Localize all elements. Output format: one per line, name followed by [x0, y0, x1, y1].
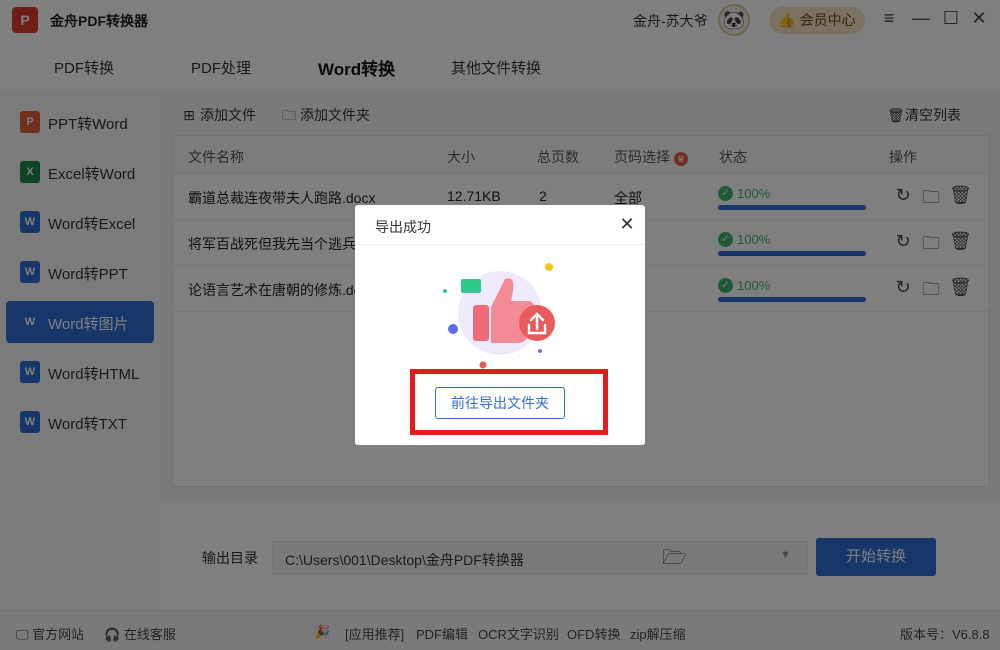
dialog-close-icon[interactable]: ✕	[617, 214, 637, 235]
illus-film-icon	[461, 279, 481, 293]
illus-dot-purple	[538, 349, 542, 353]
dialog-header: 导出成功 ✕	[355, 205, 645, 245]
illus-dot-red	[479, 361, 487, 369]
export-success-dialog: 导出成功 ✕ 前往导出文件夹	[355, 205, 645, 445]
dialog-title: 导出成功	[375, 219, 431, 235]
illus-dot-blue	[448, 324, 458, 334]
illus-dot-yellow	[545, 263, 553, 271]
illus-thumb-cuff	[473, 305, 489, 341]
open-export-folder-button[interactable]: 前往导出文件夹	[435, 387, 565, 419]
illus-dot-green	[443, 289, 447, 293]
thumbs-up-illustration	[443, 263, 555, 369]
